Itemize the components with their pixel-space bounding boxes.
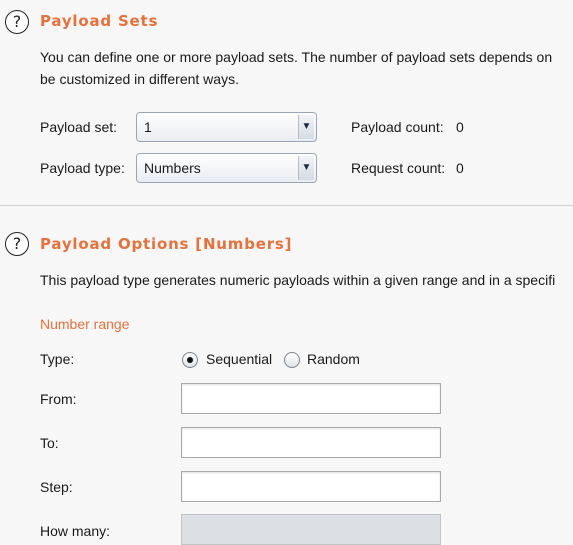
number-range-heading: Number range bbox=[40, 316, 130, 332]
to-label: To: bbox=[40, 435, 59, 451]
payload-options-title: Payload Options [Numbers] bbox=[40, 235, 293, 253]
payload-sets-description-line1: You can define one or more payload sets.… bbox=[40, 49, 553, 65]
help-icon[interactable]: ? bbox=[5, 232, 29, 256]
chevron-down-icon[interactable]: ▼ bbox=[298, 115, 314, 139]
request-count-label: Request count: bbox=[351, 160, 446, 176]
radio-selected-dot bbox=[187, 357, 193, 363]
payload-count-label: Payload count: bbox=[351, 119, 444, 135]
type-label: Type: bbox=[40, 351, 75, 367]
from-label: From: bbox=[40, 391, 77, 407]
payload-set-label: Payload set: bbox=[40, 119, 118, 135]
step-field[interactable] bbox=[181, 471, 441, 502]
chevron-down-icon[interactable]: ▼ bbox=[298, 156, 314, 180]
section-divider bbox=[0, 205, 573, 206]
how-many-label: How many: bbox=[40, 523, 111, 539]
payload-sets-title: Payload Sets bbox=[40, 12, 159, 30]
payload-type-label: Payload type: bbox=[40, 160, 125, 176]
payload-count-value: 0 bbox=[456, 119, 464, 135]
help-icon[interactable]: ? bbox=[5, 10, 29, 34]
random-label[interactable]: Random bbox=[307, 351, 360, 367]
random-radio[interactable] bbox=[284, 352, 300, 368]
how-many-field bbox=[181, 514, 441, 545]
step-label: Step: bbox=[40, 479, 73, 495]
sequential-label[interactable]: Sequential bbox=[206, 351, 272, 367]
payload-type-value: Numbers bbox=[144, 160, 201, 176]
request-count-value: 0 bbox=[456, 160, 464, 176]
from-field[interactable] bbox=[181, 383, 441, 414]
payload-options-description: This payload type generates numeric payl… bbox=[40, 272, 556, 288]
payload-sets-description-line2: be customized in different ways. bbox=[40, 71, 239, 87]
sequential-radio[interactable] bbox=[182, 352, 198, 368]
payload-type-dropdown[interactable]: Numbers ▼ bbox=[136, 153, 317, 183]
payload-set-value: 1 bbox=[144, 119, 152, 135]
payload-set-dropdown[interactable]: 1 ▼ bbox=[136, 112, 317, 142]
to-field[interactable] bbox=[181, 427, 441, 458]
